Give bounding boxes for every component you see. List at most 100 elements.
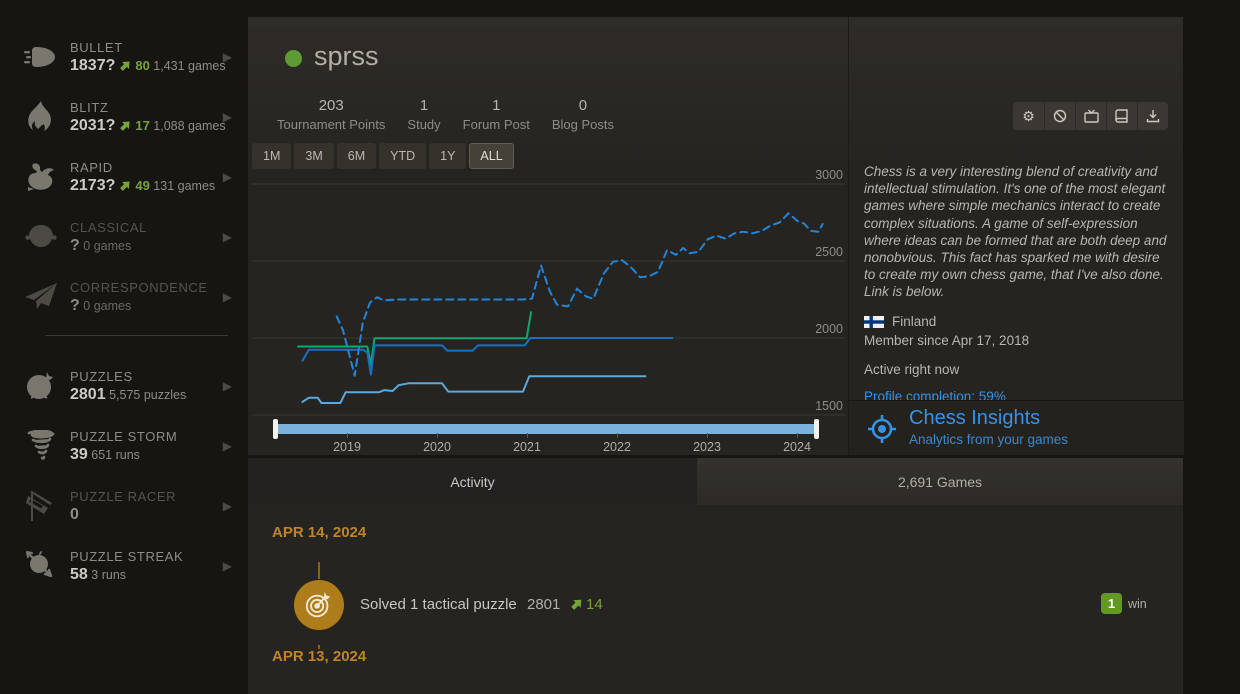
y-axis-label: 2000 — [815, 322, 843, 336]
x-axis-tick — [527, 433, 528, 438]
series-bullet — [303, 376, 646, 403]
chevron-right-icon: ▶ — [223, 559, 232, 573]
chevron-right-icon: ▶ — [223, 379, 232, 393]
x-axis-label: 2019 — [325, 440, 369, 454]
perf-progress: 80 — [135, 58, 149, 73]
y-axis-label: 1500 — [815, 399, 843, 413]
sidebar-item-text: CLASSICAL ? 0 games — [70, 220, 147, 255]
y-axis-label: 2500 — [815, 245, 843, 259]
x-axis-tick — [617, 433, 618, 438]
series-puzzles — [337, 213, 823, 375]
sidebar-item-text: BULLET 1837? 80 1,431 games — [70, 40, 226, 75]
rabbit-icon — [18, 162, 64, 192]
x-axis-label: 2021 — [505, 440, 549, 454]
username[interactable]: sprss — [314, 41, 379, 72]
stat-studies[interactable]: 1 Study — [396, 97, 451, 132]
perf-label: PUZZLE RACER — [70, 489, 176, 504]
turtle-icon — [18, 223, 64, 251]
sidebar-item-classical[interactable]: CLASSICAL ? 0 games ▶ — [0, 207, 240, 267]
perf-rating: 2801 — [70, 386, 106, 403]
sidebar-item-bullet[interactable]: BULLET 1837? 80 1,431 games ▶ — [0, 27, 240, 87]
rating-up-icon — [119, 119, 132, 135]
tab-games[interactable]: 2,691 Games — [697, 458, 1183, 505]
sidebar-divider — [45, 335, 228, 336]
member-since: Member since Apr 17, 2018 — [864, 333, 1029, 348]
fire-icon — [18, 101, 64, 133]
insights-target-icon — [867, 414, 897, 444]
perf-label: PUZZLE STREAK — [70, 549, 183, 564]
sidebar-item-puzzle-storm[interactable]: PUZZLE STORM 39 651 runs ▶ — [0, 416, 240, 476]
rating-chart-plot: 3000 2500 2000 1500 — [252, 165, 852, 421]
perf-count: 3 runs — [91, 568, 126, 582]
sidebar-item-text: PUZZLE RACER 0 — [70, 489, 176, 524]
sidebar-item-text: PUZZLE STREAK 58 3 runs — [70, 549, 183, 584]
x-axis-label: 2022 — [595, 440, 639, 454]
activity-entry-delta: 14 — [570, 596, 603, 615]
perf-label: BULLET — [70, 40, 226, 55]
perf-rating: ? — [70, 237, 80, 254]
chess-insights-banner[interactable]: Chess Insights Analytics from your games — [849, 400, 1184, 455]
stat-forum-posts[interactable]: 1 Forum Post — [452, 97, 541, 132]
content-tabs: Activity 2,691 Games — [248, 458, 1183, 505]
stat-tournament-points[interactable]: 203 Tournament Points — [266, 97, 396, 132]
sidebar-item-text: PUZZLES 2801 5,575 puzzles — [70, 369, 186, 404]
sidebar-item-correspondence[interactable]: CORRESPONDENCE ? 0 games ▶ — [0, 267, 240, 327]
perf-progress: 49 — [135, 178, 149, 193]
stat-blog-posts[interactable]: 0 Blog Posts — [541, 97, 625, 132]
x-axis-tick — [797, 433, 798, 438]
sidebar-item-text: RAPID 2173? 49 131 games — [70, 160, 215, 195]
active-status: Active right now — [864, 362, 959, 377]
chevron-right-icon: ▶ — [223, 499, 232, 513]
perf-label: BLITZ — [70, 100, 226, 115]
perf-count: 651 runs — [91, 448, 140, 462]
rating-up-icon — [570, 597, 584, 615]
x-axis-label: 2020 — [415, 440, 459, 454]
profile-side-panel: Chess is a very interesting blend of cre… — [848, 17, 1183, 455]
x-axis-label: 2024 — [775, 440, 819, 454]
perf-count: 131 games — [153, 179, 215, 193]
activity-date: APR 14, 2024 — [272, 524, 366, 541]
chevron-right-icon: ▶ — [223, 439, 232, 453]
perf-rating: 1837? — [70, 57, 115, 74]
target-icon — [18, 370, 64, 402]
perf-count: 5,575 puzzles — [109, 388, 186, 402]
timeline-line — [318, 562, 320, 579]
sidebar-item-text: PUZZLE STORM 39 651 runs — [70, 429, 177, 464]
sidebar-item-text: CORRESPONDENCE ? 0 games — [70, 280, 208, 315]
activity-entry-text: Solved 1 tactical puzzle — [360, 596, 517, 613]
rating-up-icon — [119, 59, 132, 75]
rating-history-chart: 3000250020001500 20192020202120222023202… — [252, 165, 852, 455]
rating-up-icon — [119, 179, 132, 195]
chevron-right-icon: ▶ — [223, 50, 232, 64]
tab-activity[interactable]: Activity — [248, 458, 697, 505]
navigator-right-handle[interactable] — [814, 419, 819, 439]
puzzle-activity-icon — [294, 580, 344, 630]
checkered-flag-icon — [18, 490, 64, 522]
perf-rating: 39 — [70, 446, 88, 463]
y-axis-label: 3000 — [815, 168, 843, 182]
chevron-right-icon: ▶ — [223, 170, 232, 184]
navigator-left-handle[interactable] — [273, 419, 278, 439]
perf-count: 1,431 games — [153, 59, 225, 73]
sidebar-item-blitz[interactable]: BLITZ 2031? 17 1,088 games ▶ — [0, 87, 240, 147]
sidebar-item-puzzles[interactable]: PUZZLES 2801 5,575 puzzles ▶ — [0, 356, 240, 416]
sidebar-item-rapid[interactable]: RAPID 2173? 49 131 games ▶ — [0, 147, 240, 207]
bullet-icon — [18, 44, 64, 70]
profile-page: BULLET 1837? 80 1,431 games ▶ BLITZ 2031… — [0, 0, 1240, 694]
activity-date: APR 13, 2024 — [272, 648, 366, 665]
perf-rating: ? — [70, 297, 80, 314]
win-badge-label: win — [1128, 597, 1147, 611]
sidebar-item-puzzle-racer[interactable]: PUZZLE RACER 0 ▶ — [0, 476, 240, 536]
perf-label: PUZZLE STORM — [70, 429, 177, 444]
chart-navigator-slider[interactable] — [276, 424, 816, 434]
user-bio: Chess is a very interesting blend of cre… — [864, 163, 1172, 301]
perf-count: 0 games — [83, 239, 131, 253]
chevron-right-icon: ▶ — [223, 110, 232, 124]
sidebar-item-puzzle-streak[interactable]: PUZZLE STREAK 58 3 runs ▶ — [0, 536, 240, 596]
perf-progress: 17 — [135, 118, 149, 133]
perf-rating: 0 — [70, 506, 79, 523]
x-axis-tick — [347, 433, 348, 438]
tornado-icon — [18, 430, 64, 462]
perf-count: 1,088 games — [153, 119, 225, 133]
apple-arrow-icon — [18, 550, 64, 582]
